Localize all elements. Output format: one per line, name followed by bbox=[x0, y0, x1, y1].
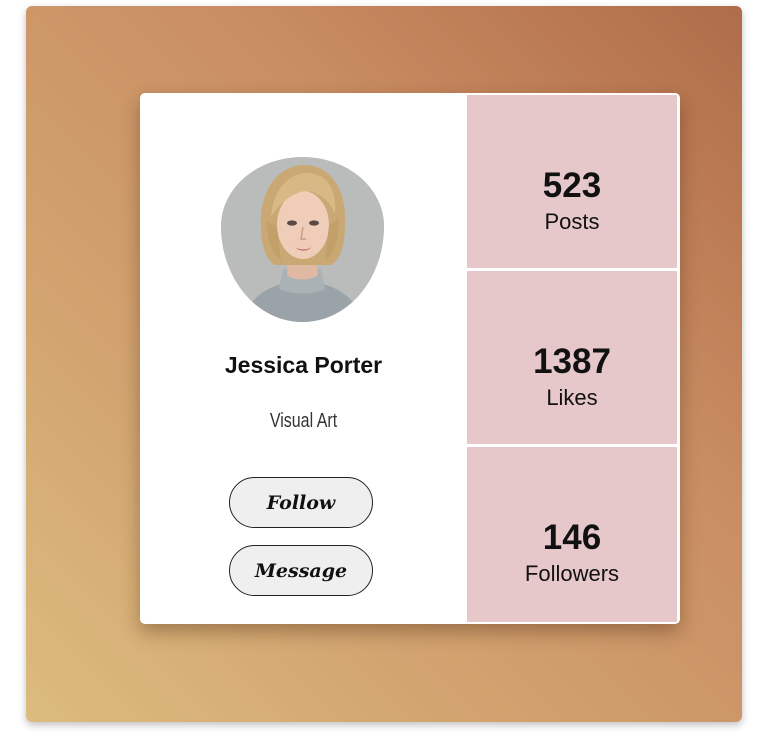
stat-posts: 523 Posts bbox=[467, 95, 677, 268]
stat-followers: 146 Followers bbox=[467, 447, 677, 622]
avatar bbox=[221, 157, 384, 322]
profile-role: Visual Art bbox=[269, 410, 338, 432]
background-panel: Jessica Porter Visual Art Follow Message… bbox=[26, 6, 742, 722]
profile-section: Jessica Porter Visual Art Follow Message bbox=[140, 93, 467, 624]
profile-card: Jessica Porter Visual Art Follow Message… bbox=[140, 93, 680, 624]
stat-value: 1387 bbox=[533, 342, 611, 381]
stat-label: Likes bbox=[546, 385, 598, 410]
message-button[interactable]: Message bbox=[229, 545, 373, 596]
stat-label: Followers bbox=[524, 561, 620, 586]
stat-value: 523 bbox=[542, 166, 602, 205]
stat-value: 146 bbox=[542, 518, 602, 557]
profile-name: Jessica Porter bbox=[224, 352, 383, 378]
portrait-photo-icon bbox=[221, 157, 384, 322]
stats-column: 523 Posts 1387 Likes 146 Followers bbox=[467, 93, 680, 624]
stat-label: Posts bbox=[544, 209, 600, 234]
stat-likes: 1387 Likes bbox=[467, 271, 677, 444]
follow-button[interactable]: Follow bbox=[229, 477, 373, 528]
